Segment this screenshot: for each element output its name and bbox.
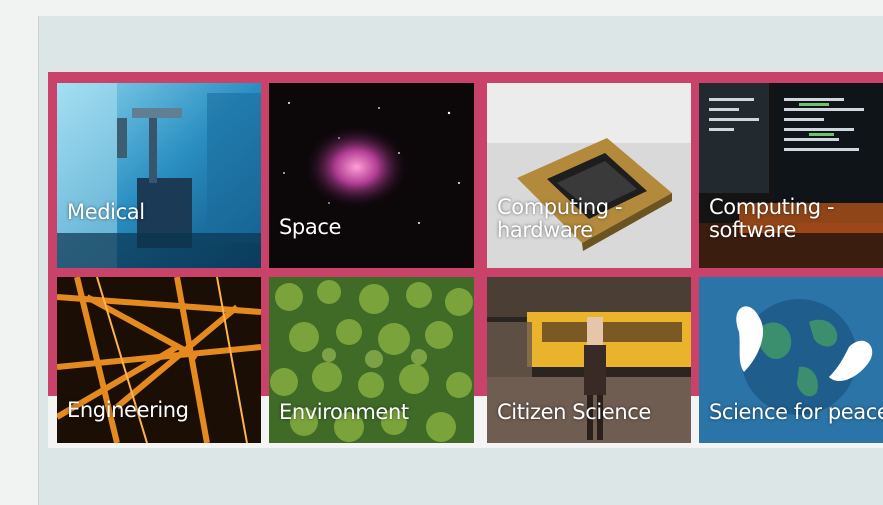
tile-space[interactable]: Space <box>269 83 474 268</box>
tile-label: Engineering <box>67 398 189 422</box>
tile-environment[interactable]: Environment <box>269 277 474 443</box>
tile-label: Computing - software <box>709 195 835 242</box>
tile-engineering[interactable]: Engineering <box>57 277 261 443</box>
tile-label: Medical <box>67 200 145 224</box>
tile-label: Computing - hardware <box>497 195 623 242</box>
tile-medical[interactable]: Medical <box>57 83 261 268</box>
tile-science-for-peace[interactable]: Science for peace <box>699 277 883 443</box>
tile-label: Citizen Science <box>497 400 651 424</box>
tile-computing-software[interactable]: Computing - software <box>699 83 883 268</box>
tile-citizen-science[interactable]: Citizen Science <box>487 277 691 443</box>
tile-computing-hardware[interactable]: Computing - hardware <box>487 83 691 268</box>
lab-robot-arm-image <box>57 83 261 268</box>
tile-label: Space <box>279 215 341 239</box>
tile-label: Environment <box>279 400 409 424</box>
tile-label: Science for peace <box>709 400 883 424</box>
nebula-image <box>269 83 474 268</box>
